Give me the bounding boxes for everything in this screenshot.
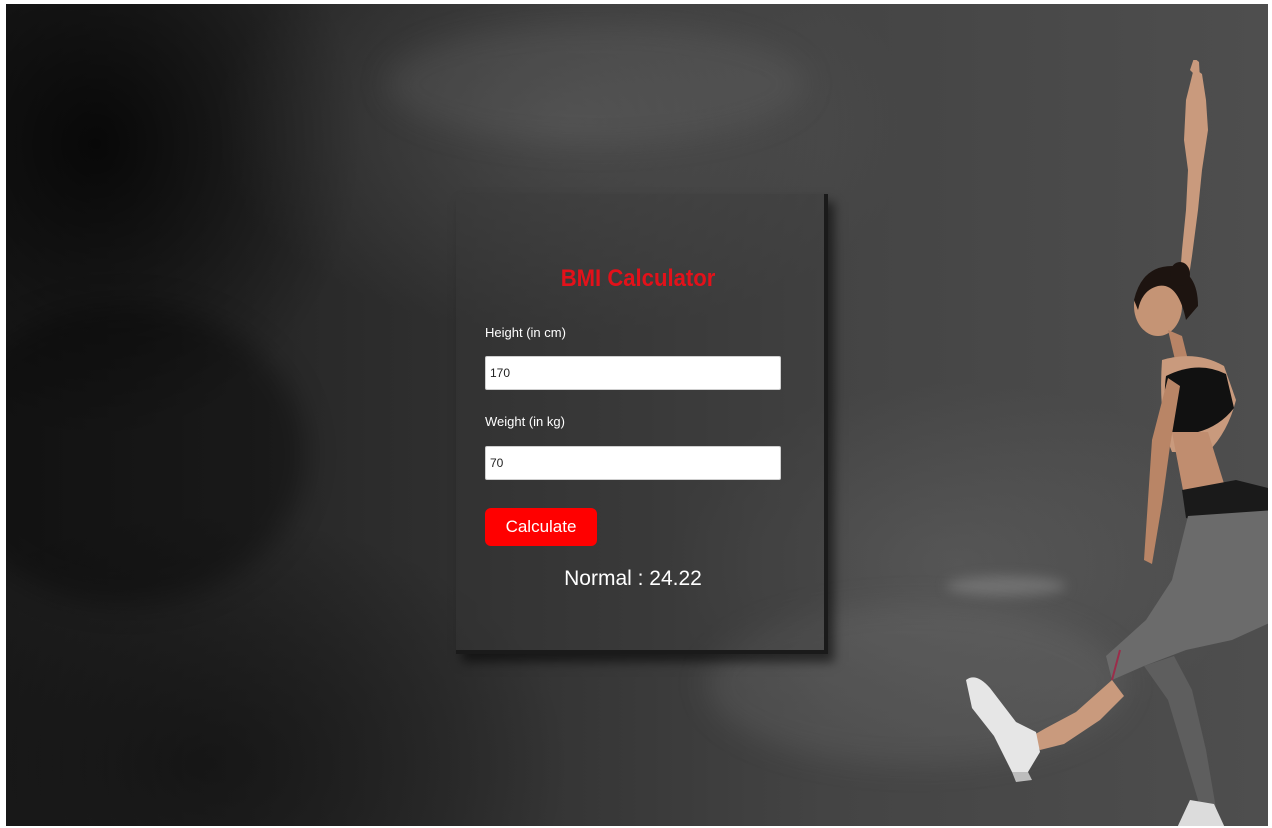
page-title: BMI Calculator — [560, 265, 716, 292]
height-input[interactable] — [485, 356, 781, 390]
bmi-result-text: Normal : 24.22 — [564, 567, 702, 590]
calculate-button[interactable]: Calculate — [485, 508, 597, 546]
athlete-figure-image — [966, 60, 1268, 826]
texture-patch — [386, 24, 806, 144]
weight-input[interactable] — [485, 446, 781, 480]
texture-patch — [6, 304, 306, 604]
weight-label: Weight (in kg) — [485, 414, 565, 429]
height-label: Height (in cm) — [485, 325, 566, 340]
